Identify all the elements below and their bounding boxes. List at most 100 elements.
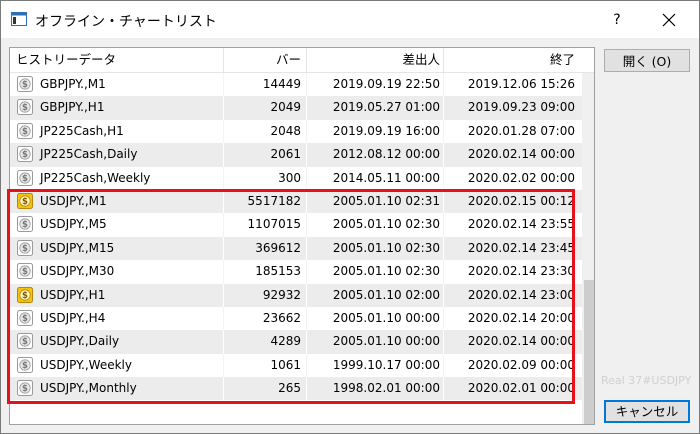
- history-data-list[interactable]: ヒストリーデータ バー 差出人 終了 $ GBPJPY.,M1 14449 2019.…: [9, 47, 595, 425]
- column-divider[interactable]: [443, 48, 444, 72]
- table-row[interactable]: $ USDJPY.,M15 369612 2005.01.10 02:30 2020.0…: [10, 236, 594, 261]
- svg-text:$: $: [22, 221, 28, 231]
- table-row[interactable]: $ USDJPY.,Weekly 1061 1999.10.17 00:00 2020.…: [10, 353, 594, 378]
- table-row[interactable]: $ USDJPY.,Daily 4289 2005.01.10 00:00 2020.0…: [10, 330, 594, 354]
- cell-divider: [443, 260, 444, 284]
- symbol-timeframe: USDJPY.,H4: [40, 310, 106, 325]
- start-datetime: 2005.01.10 02:30: [332, 217, 440, 232]
- cell-divider: [443, 96, 444, 120]
- end-datetime: 2020.02.14 23:45: [467, 240, 575, 255]
- start-datetime: 2005.01.10 02:31: [332, 193, 440, 208]
- bar-count: 2049: [270, 100, 301, 115]
- end-datetime: 2020.02.14 23:00: [467, 287, 575, 302]
- close-icon[interactable]: [653, 7, 685, 33]
- cell-divider: [223, 306, 224, 331]
- cell-divider: [223, 330, 224, 354]
- cell-divider: [306, 143, 307, 167]
- bar-count: 1107015: [247, 217, 301, 232]
- table-row[interactable]: $ USDJPY.,H4 23662 2005.01.10 00:00 2020.02.…: [10, 306, 594, 331]
- table-row[interactable]: $ USDJPY.,Monthly 265 1998.02.01 00:00 2020.…: [10, 377, 594, 401]
- dollar-coin-icon: $: [17, 239, 33, 256]
- end-datetime: 2020.02.02 00:00: [467, 170, 575, 185]
- symbol-timeframe: USDJPY.,M1: [40, 193, 107, 208]
- end-datetime: 2020.01.28 07:00: [467, 123, 575, 138]
- table-row[interactable]: $ GBPJPY.,H1 2049 2019.05.27 01:00 2019.09.2…: [10, 96, 594, 120]
- cell-divider: [443, 330, 444, 354]
- cell-divider: [223, 377, 224, 401]
- column-header-from[interactable]: 差出人: [312, 48, 440, 72]
- cell-divider: [223, 236, 224, 261]
- cell-divider: [306, 306, 307, 331]
- bar-count: 265: [278, 381, 301, 396]
- bar-count: 185153: [255, 264, 301, 279]
- dollar-coin-icon: $: [17, 122, 33, 139]
- cell-divider: [306, 166, 307, 190]
- bar-count: 2048: [270, 123, 301, 138]
- start-datetime: 2012.08.12 00:00: [332, 147, 440, 162]
- cell-divider: [223, 166, 224, 190]
- cell-divider: [443, 213, 444, 237]
- table-row[interactable]: $ USDJPY.,M5 1107015 2005.01.10 02:30 2020.0…: [10, 213, 594, 237]
- column-header-to[interactable]: 終了: [448, 48, 575, 72]
- symbol-timeframe: USDJPY.,Weekly: [40, 357, 132, 372]
- column-divider[interactable]: [223, 48, 224, 72]
- table-row[interactable]: $ JP225Cash,Weekly 300 2014.05.11 00:00 2020…: [10, 166, 594, 190]
- cell-divider: [443, 166, 444, 190]
- end-datetime: 2020.02.14 23:55: [467, 217, 575, 232]
- table-row[interactable]: $ JP225Cash,H1 2048 2019.09.19 16:00 2020.01…: [10, 119, 594, 144]
- dollar-coin-icon: $: [17, 146, 33, 163]
- cell-divider: [443, 236, 444, 261]
- cancel-button[interactable]: キャンセル: [604, 400, 690, 423]
- cell-divider: [223, 143, 224, 167]
- cell-divider: [443, 119, 444, 144]
- start-datetime: 2005.01.10 02:00: [332, 287, 440, 302]
- column-divider[interactable]: [306, 48, 307, 72]
- cell-divider: [306, 189, 307, 214]
- open-button[interactable]: 開く (O): [604, 49, 690, 72]
- cell-divider: [306, 96, 307, 120]
- symbol-timeframe: JP225Cash,H1: [40, 123, 124, 138]
- cell-divider: [223, 119, 224, 144]
- help-button[interactable]: ?: [601, 7, 633, 33]
- end-datetime: 2019.12.06 15:26: [467, 77, 575, 91]
- offline-chart-list-dialog: オフライン・チャートリスト ? ヒストリーデータ バー 差出人 終了 $ GBPJ…: [0, 0, 700, 434]
- symbol-timeframe: USDJPY.,M5: [40, 217, 107, 232]
- dollar-coin-icon: $: [17, 309, 33, 326]
- table-row[interactable]: $ USDJPY.,M30 185153 2005.01.10 02:30 2020.0…: [10, 260, 594, 284]
- end-datetime: 2020.02.09 00:00: [467, 357, 575, 372]
- start-datetime: 2019.09.19 22:50: [332, 77, 440, 91]
- cell-divider: [223, 260, 224, 284]
- cell-divider: [306, 73, 307, 97]
- symbol-timeframe: USDJPY.,Monthly: [40, 381, 137, 396]
- table-row[interactable]: $ JP225Cash,Daily 2061 2012.08.12 00:00 2020…: [10, 143, 594, 167]
- bar-count: 369612: [255, 240, 301, 255]
- symbol-timeframe: JP225Cash,Daily: [40, 147, 138, 162]
- scrollbar-thumb[interactable]: [584, 280, 594, 424]
- dollar-coin-icon: $: [17, 263, 33, 280]
- watermark-text: Real 37#USDJPY: [601, 374, 692, 387]
- svg-text:$: $: [22, 314, 28, 324]
- svg-text:$: $: [22, 80, 28, 90]
- column-header-history[interactable]: ヒストリーデータ: [16, 48, 116, 72]
- dollar-coin-icon: $: [17, 99, 33, 116]
- table-row[interactable]: $ GBPJPY.,M1 14449 2019.09.19 22:50 2019.12.…: [10, 73, 594, 97]
- table-row[interactable]: $ USDJPY.,M1 5517182 2005.01.10 02:31 2020.0…: [10, 189, 594, 214]
- end-datetime: 2020.02.15 00:12: [467, 193, 575, 208]
- bar-count: 300: [278, 170, 301, 185]
- bar-count: 5517182: [247, 193, 301, 208]
- end-datetime: 2020.02.14 00:00: [467, 147, 575, 162]
- bar-count: 23662: [262, 310, 301, 325]
- symbol-timeframe: GBPJPY.,M1: [40, 77, 106, 91]
- bar-count: 1061: [270, 357, 301, 372]
- symbol-timeframe: USDJPY.,M15: [40, 240, 115, 255]
- start-datetime: 1998.02.01 00:00: [332, 381, 440, 396]
- table-row[interactable]: $ USDJPY.,H1 92932 2005.01.10 02:00 2020.02.…: [10, 283, 594, 307]
- cell-divider: [306, 236, 307, 261]
- cell-divider: [306, 283, 307, 307]
- cell-divider: [443, 73, 444, 97]
- cell-divider: [443, 143, 444, 167]
- end-datetime: 2020.02.14 20:00: [467, 310, 575, 325]
- column-header-bars[interactable]: バー: [228, 48, 301, 72]
- cell-divider: [443, 377, 444, 401]
- svg-text:$: $: [22, 244, 28, 254]
